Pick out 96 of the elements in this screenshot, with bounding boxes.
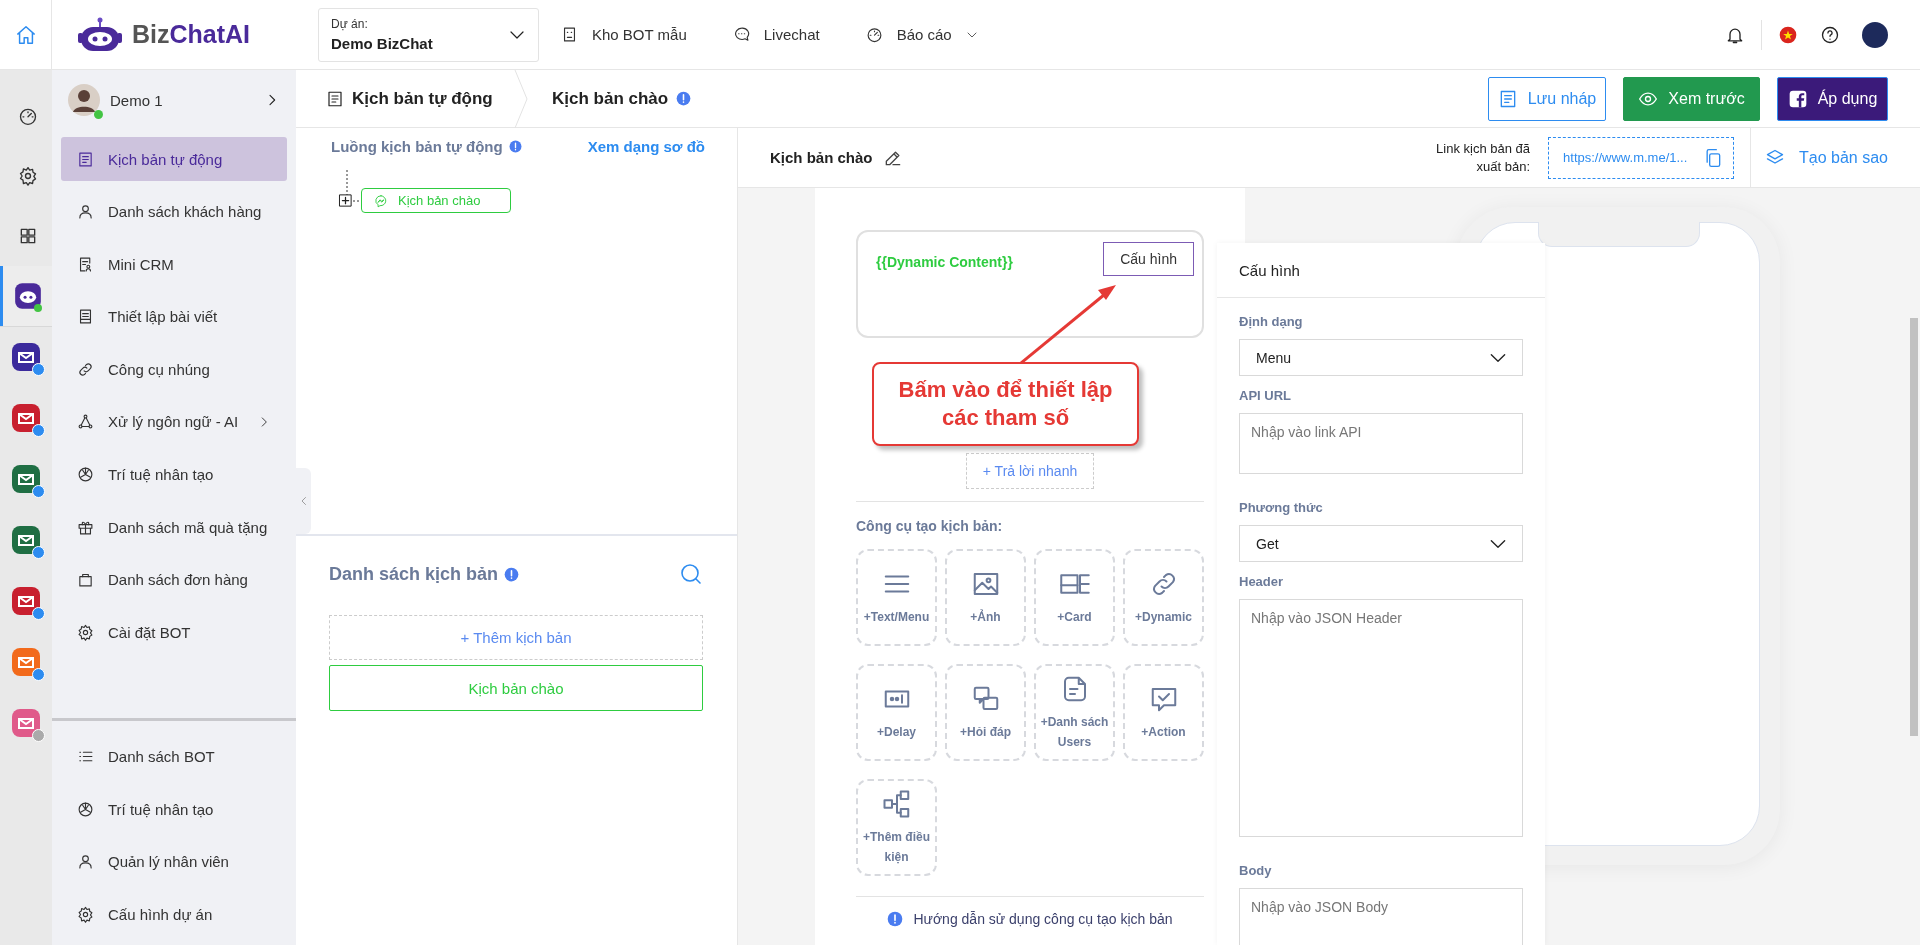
facebook-icon: [1787, 88, 1808, 109]
user-icon: [77, 853, 94, 871]
gauge-icon: [865, 26, 883, 43]
sidebar-item[interactable]: Trí tuệ nhân tạo: [61, 787, 287, 832]
document-person-icon: [77, 255, 94, 273]
field-label: Body: [1239, 863, 1273, 878]
home-icon: [14, 23, 37, 46]
logo-text-accent: ChatAI: [169, 20, 251, 49]
field-label: Header: [1239, 574, 1285, 589]
section-title: Danh sách kịch bản: [329, 563, 499, 585]
logo-text: Biz: [132, 20, 170, 49]
avatar-icon[interactable]: [1862, 21, 1888, 48]
bag-icon: [77, 571, 94, 589]
published-link-field[interactable]: https://www.m.me/1...: [1548, 136, 1735, 179]
robot-logo-icon: [78, 16, 122, 53]
project-selector[interactable]: Dự án: Demo BizChat: [318, 7, 539, 62]
document-list-icon: [77, 150, 94, 168]
tool-tile[interactable]: +Text/Menu: [856, 549, 937, 646]
sidebar-item[interactable]: Danh sách khách hàng: [61, 189, 287, 234]
document-list-icon: [326, 89, 344, 108]
tool-tile[interactable]: +Delay: [856, 664, 937, 761]
callout-note: Bấm vào để thiết lập các tham số: [872, 362, 1139, 446]
help-icon: [1820, 24, 1840, 45]
configure-button[interactable]: Cấu hình: [1103, 242, 1194, 276]
sidebar-item[interactable]: Cấu hình dự án: [61, 892, 287, 937]
messenger-icon: [374, 193, 388, 208]
flag-icon: [1778, 24, 1798, 45]
nodes-icon: [77, 413, 94, 431]
sidebar-item[interactable]: Xử lý ngôn ngữ - AI: [61, 399, 287, 444]
field-label: API URL: [1239, 388, 1292, 403]
duplicate-button[interactable]: Tạo bản sao: [1750, 127, 1920, 188]
info-icon: [508, 139, 522, 153]
tool-tile[interactable]: +Ảnh: [945, 549, 1026, 646]
user-icon: [77, 203, 94, 221]
flow-icon: [881, 788, 912, 819]
sidebar-item[interactable]: Mini CRM: [61, 242, 287, 287]
gear-icon: [17, 166, 38, 186]
tool-tile[interactable]: +Danh sách Users: [1034, 664, 1115, 761]
sidebar-item[interactable]: Cài đặt BOT: [61, 610, 287, 655]
user-name: Demo 1: [110, 91, 164, 109]
text-area[interactable]: Nhập vào JSON Body: [1239, 888, 1523, 945]
project-name: Demo BizChat: [331, 35, 434, 52]
app-icon[interactable]: [12, 343, 40, 371]
search-icon: [679, 562, 703, 586]
sidebar-item[interactable]: Quản lý nhân viên: [61, 839, 287, 884]
sidebar-item[interactable]: Trí tuệ nhân tạo: [61, 452, 287, 497]
dynamic-content-text: {{Dynamic Content}}: [876, 254, 1013, 270]
tool-tile[interactable]: +Card: [1034, 549, 1115, 646]
sidebar-item[interactable]: Công cụ nhúng: [61, 347, 287, 392]
published-link-label: Link kịch bản đã xuất bản:: [1435, 139, 1531, 176]
app-icon[interactable]: [12, 587, 40, 615]
help-link[interactable]: Hướng dẫn sử dụng công cụ tạo kịch bản: [913, 911, 1173, 927]
field-label: Định dạng: [1239, 314, 1304, 329]
robot-icon: [13, 282, 42, 310]
sidebar-item[interactable]: Danh sách đơn hàng: [61, 557, 287, 602]
link-icon: [77, 360, 94, 378]
breadcrumb-link[interactable]: Kịch bản tự động: [296, 88, 514, 109]
field-label: Phương thức: [1239, 500, 1324, 515]
chat-bubble-icon: [732, 26, 750, 43]
robot-doc-icon: [561, 26, 578, 43]
gear-icon: [77, 623, 94, 641]
info-icon: [676, 91, 692, 106]
section-title: Luồng kịch bản tự động: [331, 137, 503, 155]
dropdown-field[interactable]: Menu: [1239, 339, 1523, 376]
nav-link[interactable]: Kho BOT mẫu: [561, 26, 687, 43]
plus-box-icon: [338, 193, 353, 208]
tool-tile[interactable]: +Action: [1123, 664, 1204, 761]
input-field[interactable]: Nhập vào link API: [1239, 413, 1523, 474]
script-title: Kịch bản chào: [770, 149, 873, 166]
connector-line: [353, 199, 361, 202]
dropdown-field[interactable]: Get: [1239, 525, 1523, 562]
sidebar-item[interactable]: Kịch bản tự động: [61, 137, 287, 181]
info-icon: [504, 566, 520, 582]
document-icon: [77, 308, 94, 326]
apply-button[interactable]: Áp dụng: [1777, 76, 1888, 121]
panel-title: Cấu hình: [1217, 243, 1545, 298]
preview-button[interactable]: Xem trước: [1623, 76, 1760, 121]
tools-title: Công cụ tạo kịch bản:: [856, 518, 1004, 534]
nav-link[interactable]: Livechat: [732, 26, 820, 43]
app-icon[interactable]: [12, 465, 40, 493]
tool-tile[interactable]: +Hỏi đáp: [945, 664, 1026, 761]
breadcrumb-current: Kịch bản chào: [528, 88, 706, 109]
sidebar-item[interactable]: Danh sách mã quà tặng: [61, 505, 287, 550]
text-area[interactable]: Nhập vào JSON Header: [1239, 599, 1523, 837]
project-label: Dự án:: [331, 17, 369, 31]
app-icon[interactable]: [12, 526, 40, 554]
tool-tile[interactable]: +Dynamic: [1123, 549, 1204, 646]
gauge-icon: [17, 106, 38, 126]
gear-icon: [77, 905, 94, 923]
sidebar-item[interactable]: Danh sách BOT: [61, 734, 287, 779]
app-icon[interactable]: [12, 404, 40, 432]
info-icon: [887, 911, 904, 927]
tool-tile[interactable]: +Thêm điều kiện: [856, 779, 937, 876]
sidebar-item[interactable]: Thiết lập bài viết: [61, 294, 287, 339]
nav-link[interactable]: Báo cáo: [865, 26, 978, 43]
avatar-icon: [68, 84, 100, 116]
